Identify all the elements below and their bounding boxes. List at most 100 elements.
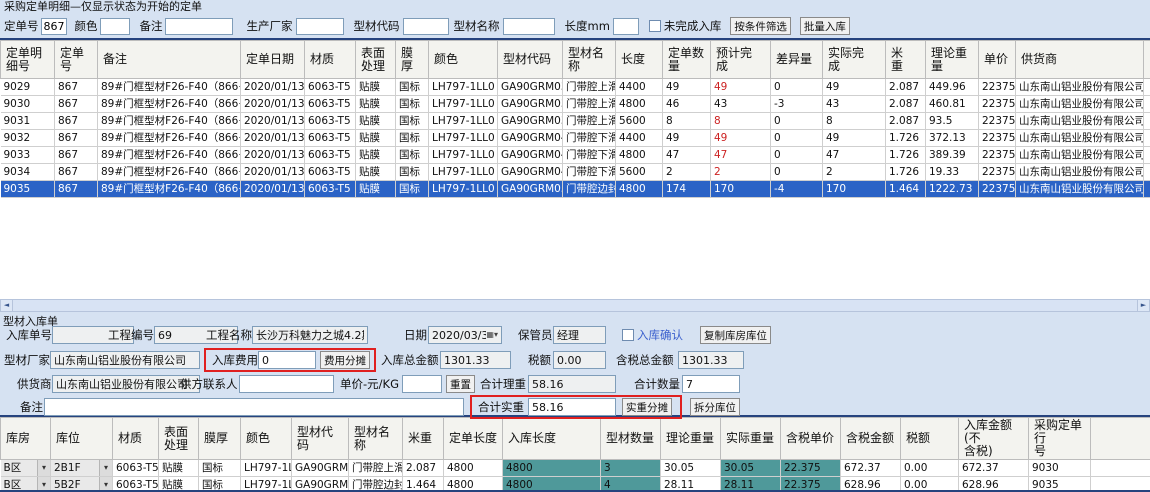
column-header[interactable]: 膜 厚 (396, 41, 429, 79)
column-header[interactable]: 预计完 成 (711, 41, 771, 79)
column-header[interactable]: 库位 (51, 418, 113, 460)
cell: 22375 (979, 96, 1016, 113)
filter-button[interactable]: 按条件筛选 (730, 17, 791, 35)
length-input[interactable] (613, 18, 639, 35)
column-header[interactable]: 采购定单行 号 (1029, 418, 1091, 460)
fee-share-button[interactable]: 费用分摊 (320, 351, 370, 369)
column-header[interactable]: 米重 (403, 418, 444, 460)
date-field[interactable]: 2020/03/31 ▦▾ (428, 326, 502, 344)
inbound-row[interactable]: B区▾5B2F▾6063-T5贴膜国标LH797-1LL0GA90GRM05门带… (1, 477, 1150, 492)
total-with-tax-field[interactable] (678, 351, 744, 369)
factory-field[interactable] (50, 351, 200, 369)
tax-field[interactable] (553, 351, 606, 369)
column-header[interactable]: 膜厚 (199, 418, 241, 460)
column-header[interactable]: 表面 处理 (356, 41, 396, 79)
column-header[interactable]: 单价 (979, 41, 1016, 79)
fee-field[interactable] (258, 351, 316, 369)
location-combo[interactable]: 5B2F▾ (51, 477, 113, 492)
column-header[interactable]: 定单日期 (241, 41, 305, 79)
unit-price-label: 单价-元/KG (340, 375, 399, 393)
column-header[interactable]: 含税单价 (781, 418, 841, 460)
column-header[interactable]: 颜色 (429, 41, 498, 79)
total-actual-weight-field[interactable] (528, 398, 616, 416)
column-header[interactable]: 税额 (901, 418, 959, 460)
reset-button[interactable]: 重置 (446, 375, 475, 393)
location-combo[interactable]: B区▾ (1, 460, 51, 477)
cell: 89#门框型材F26-F40（866+867） (98, 147, 241, 164)
form-remark-field[interactable] (44, 398, 464, 416)
column-header[interactable]: 颜色 (241, 418, 292, 460)
supplier-field[interactable] (52, 375, 200, 393)
column-header[interactable]: 材质 (305, 41, 356, 79)
scrollbar-thumb[interactable] (13, 299, 1137, 312)
column-header[interactable]: 米 重 (886, 41, 926, 79)
column-header[interactable]: 备注 (98, 41, 241, 79)
total-theory-weight-field[interactable] (528, 375, 616, 393)
column-header[interactable]: 差异量 (771, 41, 823, 79)
order-row[interactable]: 903386789#门框型材F26-F40（866+867）2020/01/13… (1, 147, 1150, 164)
dropdown-arrow-icon[interactable]: ▾ (37, 477, 50, 492)
column-header[interactable]: 库房 (1, 418, 51, 460)
column-header[interactable]: 长度 (616, 41, 663, 79)
cell-filler (1144, 147, 1150, 164)
column-header[interactable]: 定单 号 (55, 41, 98, 79)
order-row[interactable]: 903086789#门框型材F26-F40（866+867）2020/01/13… (1, 96, 1150, 113)
order-row[interactable]: 903186789#门框型材F26-F40（866+867）2020/01/13… (1, 113, 1150, 130)
column-header[interactable]: 表面 处理 (159, 418, 199, 460)
column-header[interactable]: 型材数量 (601, 418, 661, 460)
copy-location-button[interactable]: 复制库房库位 (700, 326, 771, 344)
inbound-row[interactable]: B区▾2B1F▾6063-T5贴膜国标LH797-1LL0GA90GRM03门带… (1, 460, 1150, 477)
dropdown-arrow-icon[interactable]: ▾ (99, 460, 112, 476)
project-name-field[interactable] (252, 326, 368, 344)
unfinished-checkbox[interactable] (649, 20, 661, 32)
cell: 867 (55, 164, 98, 181)
column-header[interactable]: 材质 (113, 418, 159, 460)
column-header[interactable]: 理论重量 (661, 418, 721, 460)
column-header[interactable]: 定单长度 (444, 418, 503, 460)
split-location-button[interactable]: 拆分库位 (690, 398, 740, 416)
dropdown-arrow-icon[interactable]: ▾ (37, 460, 50, 476)
column-header[interactable]: 入库金额(不 含税) (959, 418, 1029, 460)
cell: 9032 (1, 130, 55, 147)
column-header[interactable]: 含税金额 (841, 418, 901, 460)
order-no-input[interactable] (41, 18, 67, 35)
scroll-left-icon[interactable]: ◄ (0, 299, 13, 312)
column-header[interactable]: 型材代码 (292, 418, 349, 460)
column-header[interactable]: 定单数 量 (663, 41, 711, 79)
order-row[interactable]: 902986789#门框型材F26-F40（866+867）2020/01/13… (1, 79, 1150, 96)
remark-input[interactable] (165, 18, 233, 35)
horizontal-scrollbar[interactable]: ◄ ► (0, 299, 1150, 312)
total-amount-field[interactable] (440, 351, 511, 369)
column-header[interactable]: 实际重量 (721, 418, 781, 460)
location-combo[interactable]: B区▾ (1, 477, 51, 492)
order-row[interactable]: 903586789#门框型材F26-F40（866+867）2020/01/13… (1, 181, 1150, 198)
batch-inbound-button[interactable]: 批量入库 (800, 17, 850, 35)
order-row[interactable]: 903486789#门框型材F26-F40（866+867）2020/01/13… (1, 164, 1150, 181)
inbound-confirm-checkbox[interactable] (622, 329, 634, 341)
actual-weight-share-button[interactable]: 实重分摊 (622, 398, 672, 416)
calendar-dropdown-icon[interactable]: ▦▾ (486, 330, 498, 340)
color-input[interactable] (100, 18, 130, 35)
total-qty-field[interactable] (682, 375, 740, 393)
profile-name-input[interactable] (503, 18, 555, 35)
column-header-filler (1091, 418, 1150, 460)
column-header[interactable]: 型材名称 (563, 41, 616, 79)
cell: 49 (823, 79, 886, 96)
column-header[interactable]: 实际完 成 (823, 41, 886, 79)
order-row[interactable]: 903286789#门框型材F26-F40（866+867）2020/01/13… (1, 130, 1150, 147)
manufacturer-input[interactable] (296, 18, 344, 35)
profile-code-input[interactable] (403, 18, 449, 35)
keeper-field[interactable] (553, 326, 606, 344)
cell-filler (1144, 96, 1150, 113)
scroll-right-icon[interactable]: ► (1137, 299, 1150, 312)
column-header[interactable]: 型材代码 (498, 41, 563, 79)
dropdown-arrow-icon[interactable]: ▾ (99, 477, 112, 492)
column-header[interactable]: 入库长度 (503, 418, 601, 460)
column-header[interactable]: 理论重 量 (926, 41, 979, 79)
column-header[interactable]: 型材名称 (349, 418, 403, 460)
supplier-contact-field[interactable] (239, 375, 334, 393)
column-header[interactable]: 供货商 (1016, 41, 1144, 79)
location-combo[interactable]: 2B1F▾ (51, 460, 113, 477)
unit-price-field[interactable] (402, 375, 442, 393)
column-header[interactable]: 定单明 细号 (1, 41, 55, 79)
